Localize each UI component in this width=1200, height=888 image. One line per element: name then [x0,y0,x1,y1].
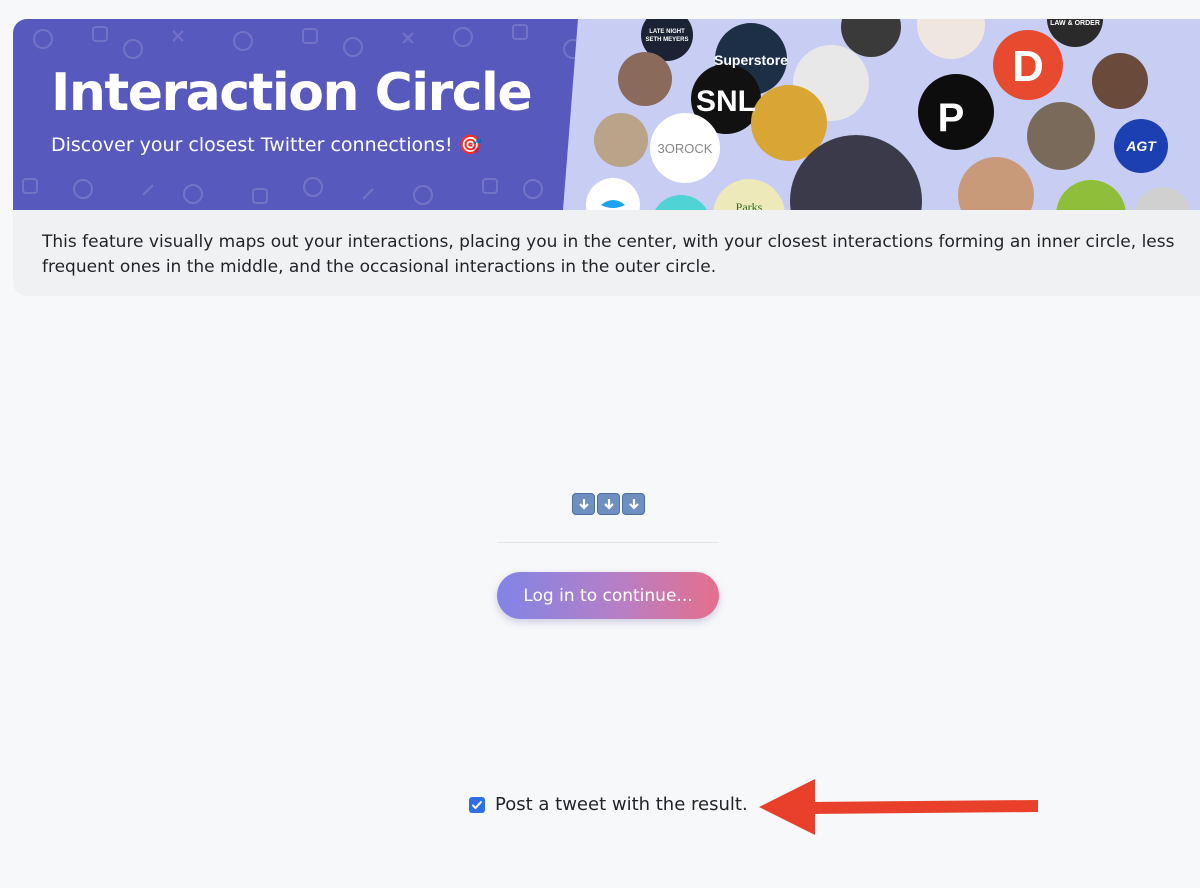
down-arrows-emoji [572,493,645,515]
svg-text:LAW & ORDER: LAW & ORDER [1050,20,1100,27]
profile-collage: Superstore SNL AGT LATE NIGHT SETH MEYER… [563,19,1200,210]
annotation-arrow-icon [759,779,1038,835]
feature-description: This feature visually maps out your inte… [42,232,1175,277]
page-subtitle: Discover your closest Twitter connection… [51,133,483,157]
page-title: Interaction Circle [51,63,533,123]
svg-text:P: P [938,96,965,140]
svg-text:AGT: AGT [1125,138,1157,154]
svg-text:LATE NIGHT: LATE NIGHT [649,29,685,35]
section-divider [497,542,719,543]
checkmark-icon [472,800,482,809]
post-tweet-label: Post a tweet with the result. [495,794,748,815]
hero-card: Interaction Circle Discover your closest… [13,19,1200,296]
svg-text:3OROCK: 3OROCK [658,141,713,156]
svg-text:Superstore: Superstore [714,52,788,68]
svg-text:SETH MEYERS: SETH MEYERS [645,37,688,43]
hero-banner: Interaction Circle Discover your closest… [13,19,1200,210]
post-tweet-option[interactable]: Post a tweet with the result. [469,794,748,815]
description-panel: This feature visually maps out your inte… [13,210,1200,296]
subtitle-text: Discover your closest Twitter connection… [51,133,453,156]
svg-text:Parks: Parks [736,200,763,210]
svg-text:SNL: SNL [696,85,756,118]
svg-text:D: D [1012,42,1044,91]
post-tweet-checkbox[interactable] [469,796,485,813]
login-button[interactable]: Log in to continue... [497,572,719,619]
down-arrow-keycap-icon [572,493,595,515]
down-arrow-keycap-icon [622,493,645,515]
target-emoji: 🎯 [458,134,483,156]
down-arrow-keycap-icon [597,493,620,515]
